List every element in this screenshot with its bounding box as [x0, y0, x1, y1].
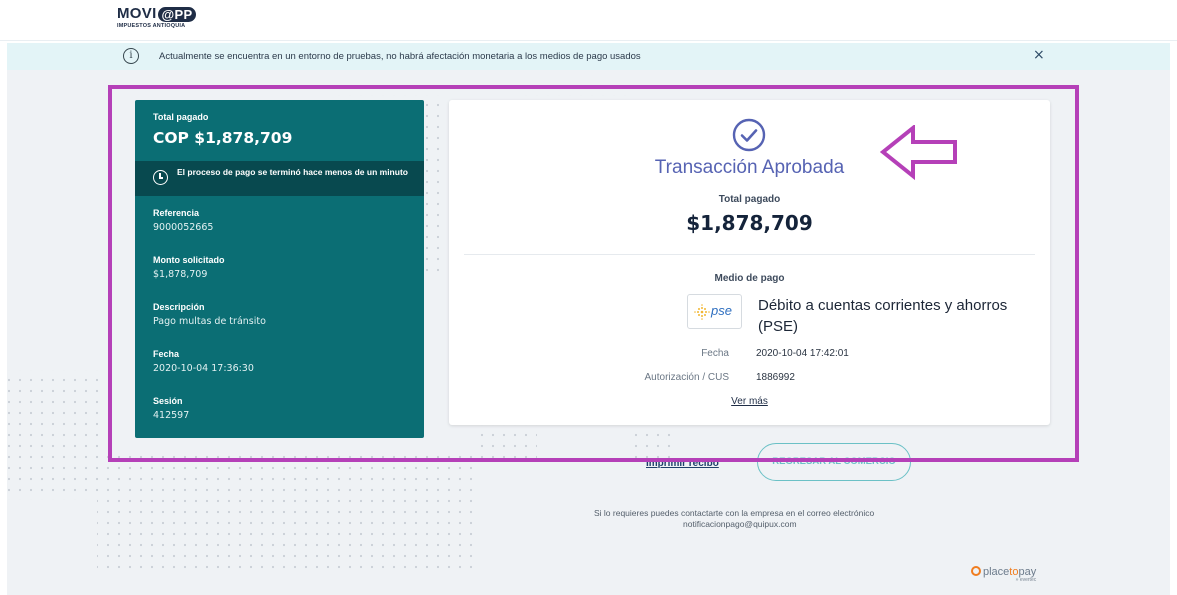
- banner-message: Actualmente se encuentra en un entorno d…: [159, 51, 641, 62]
- placetopay-mark-icon: [971, 566, 981, 576]
- test-environment-banner: i Actualmente se encuentra en un entorno…: [7, 43, 1170, 70]
- annotation-arrow-icon: [880, 125, 957, 181]
- brand-main-1: place: [983, 566, 1010, 578]
- info-icon: i: [123, 48, 139, 64]
- movi-app-logo: MOVI @PP IMPUESTOS ANTIOQUIA: [117, 5, 197, 29]
- logo-subtitle: IMPUESTOS ANTIOQUIA: [117, 23, 186, 29]
- close-icon[interactable]: ×: [1033, 47, 1045, 63]
- app-header: MOVI @PP IMPUESTOS ANTIOQUIA: [0, 0, 1177, 41]
- placetopay-logo: placetopay » evertec: [971, 566, 1036, 583]
- contact-line: Si lo requieres puedes contactarte con l…: [594, 508, 875, 518]
- logo-at-badge: @PP: [157, 6, 197, 22]
- logo-main-text: MOVI: [117, 5, 157, 22]
- contact-email: notificacionpago@quipux.com: [683, 519, 797, 529]
